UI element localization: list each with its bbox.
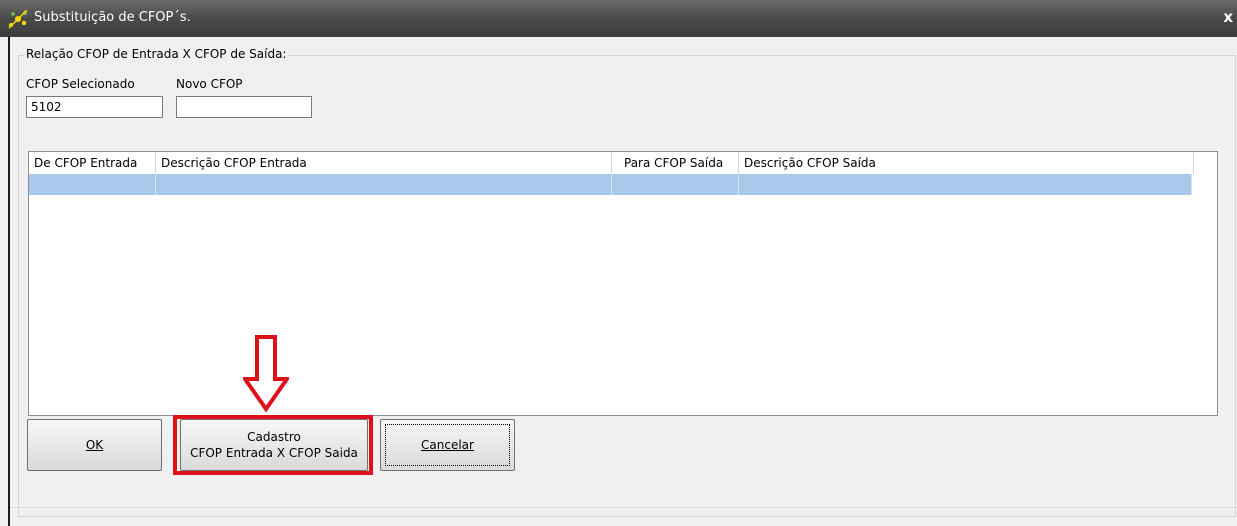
cfop-selecionado-label: CFOP Selecionado [26, 77, 135, 91]
novo-cfop-label: Novo CFOP [176, 77, 243, 91]
window-title: Substituição de CFOP´s. [34, 10, 191, 25]
group-label: Relação CFOP de Entrada X CFOP de Saída: [24, 47, 289, 61]
column-header-para-cfop-saida[interactable]: Para CFOP Saída [612, 152, 739, 174]
column-header-descricao-entrada[interactable]: Descrição CFOP Entrada [156, 152, 612, 174]
table-cell[interactable] [739, 174, 1192, 195]
novo-cfop-field[interactable] [176, 96, 312, 118]
ok-button-label: OK [85, 438, 104, 452]
down-arrow-annotation-icon [243, 335, 289, 413]
cancelar-button[interactable]: Cancelar [380, 419, 515, 471]
column-header-descricao-saida[interactable]: Descrição CFOP Saída [739, 152, 1194, 174]
cfop-table[interactable]: De CFOP Entrada Descrição CFOP Entrada P… [28, 151, 1218, 416]
annotation-highlight-box [173, 415, 373, 475]
ok-button[interactable]: OK [27, 419, 162, 471]
dialog-body: Relação CFOP de Entrada X CFOP de Saída:… [8, 37, 1237, 526]
cfop-selecionado-field[interactable]: 5102 [26, 96, 163, 118]
column-header-de-cfop-entrada[interactable]: De CFOP Entrada [29, 152, 156, 174]
title-bar: Substituição de CFOP´s. x [0, 0, 1237, 37]
table-cell[interactable] [29, 174, 156, 195]
close-icon[interactable]: x [1223, 8, 1233, 26]
app-logo-icon [8, 9, 28, 29]
table-cell[interactable] [156, 174, 612, 195]
divider [10, 507, 1237, 508]
focus-rectangle [385, 424, 510, 466]
table-cell[interactable] [612, 174, 739, 195]
table-row[interactable] [29, 174, 1192, 195]
